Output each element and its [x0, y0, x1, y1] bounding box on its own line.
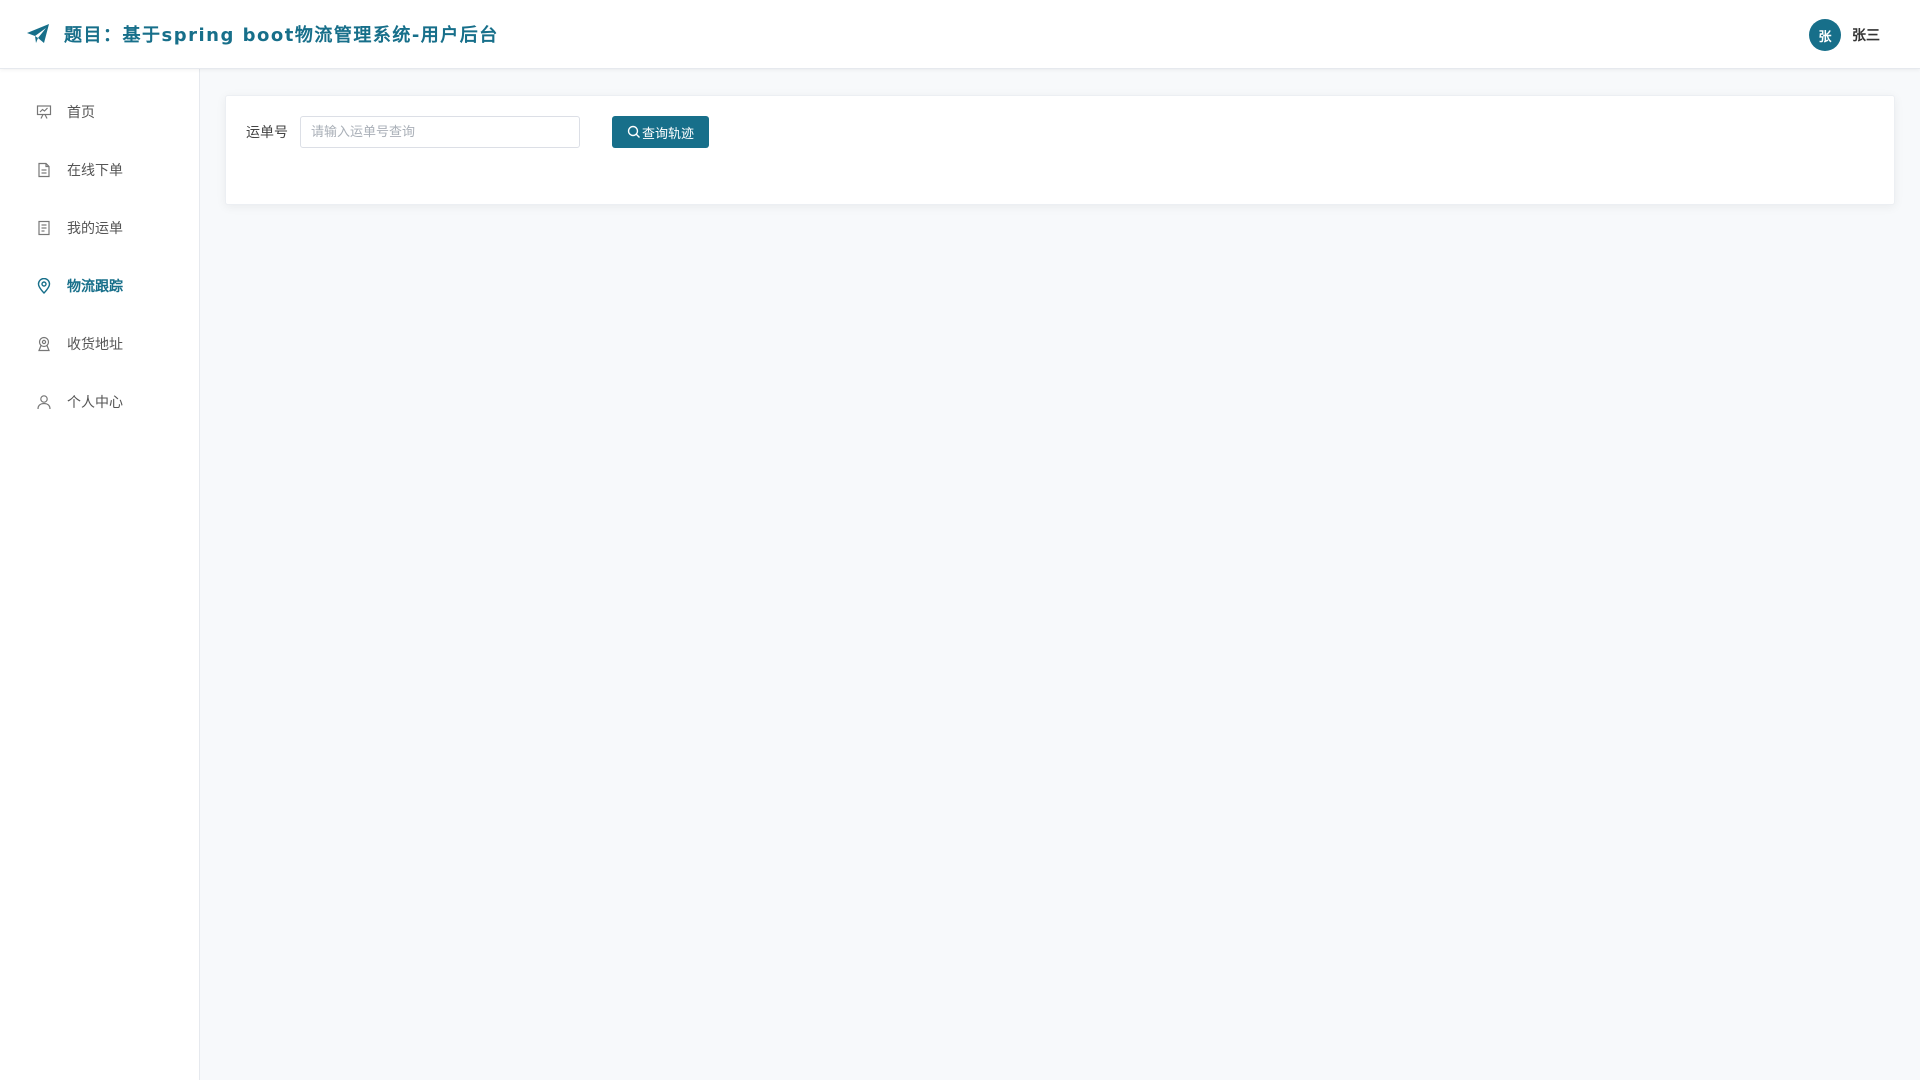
sidebar-item-tracking[interactable]: 物流跟踪	[0, 257, 199, 315]
sidebar-item-label: 收货地址	[67, 337, 123, 353]
sidebar-item-label: 首页	[67, 105, 95, 121]
sidebar-item-online-order[interactable]: 在线下单	[0, 141, 199, 199]
sidebar-item-profile[interactable]: 个人中心	[0, 373, 199, 431]
sidebar: 首页 在线下单 我的运单 物流跟踪 收货地址 个人中心	[0, 69, 200, 1080]
top-header: 题目：基于spring boot物流管理系统-用户后台 张 张三	[0, 0, 1920, 69]
query-track-button-label: 查询轨迹	[642, 126, 695, 142]
user-menu[interactable]: 张 张三	[1809, 19, 1880, 51]
search-form: 运单号 查询轨迹	[246, 116, 710, 148]
sidebar-item-shipping-address[interactable]: 收货地址	[0, 315, 199, 373]
user-icon	[35, 393, 53, 411]
brand[interactable]: 题目：基于spring boot物流管理系统-用户后台	[26, 21, 499, 47]
list-document-icon	[35, 219, 53, 237]
avatar: 张	[1809, 19, 1841, 51]
sidebar-item-my-waybills[interactable]: 我的运单	[0, 199, 199, 257]
address-pin-icon	[35, 335, 53, 353]
paper-plane-icon	[26, 22, 50, 46]
sidebar-item-home[interactable]: 首页	[0, 83, 199, 141]
sidebar-item-label: 个人中心	[67, 395, 123, 411]
sidebar-item-label: 我的运单	[67, 221, 123, 237]
location-pin-icon	[35, 277, 53, 295]
waybill-search-input[interactable]	[300, 116, 580, 148]
app-title: 题目：基于spring boot物流管理系统-用户后台	[64, 25, 499, 46]
sidebar-item-label: 物流跟踪	[67, 279, 123, 295]
waybill-label: 运单号	[246, 125, 288, 141]
user-name: 张三	[1852, 28, 1880, 44]
tracking-search-card: 运单号 查询轨迹	[225, 95, 1895, 205]
search-icon	[627, 125, 641, 139]
document-icon	[35, 161, 53, 179]
presentation-chart-icon	[35, 103, 53, 121]
query-track-button[interactable]: 查询轨迹	[612, 116, 710, 148]
sidebar-item-label: 在线下单	[67, 163, 123, 179]
